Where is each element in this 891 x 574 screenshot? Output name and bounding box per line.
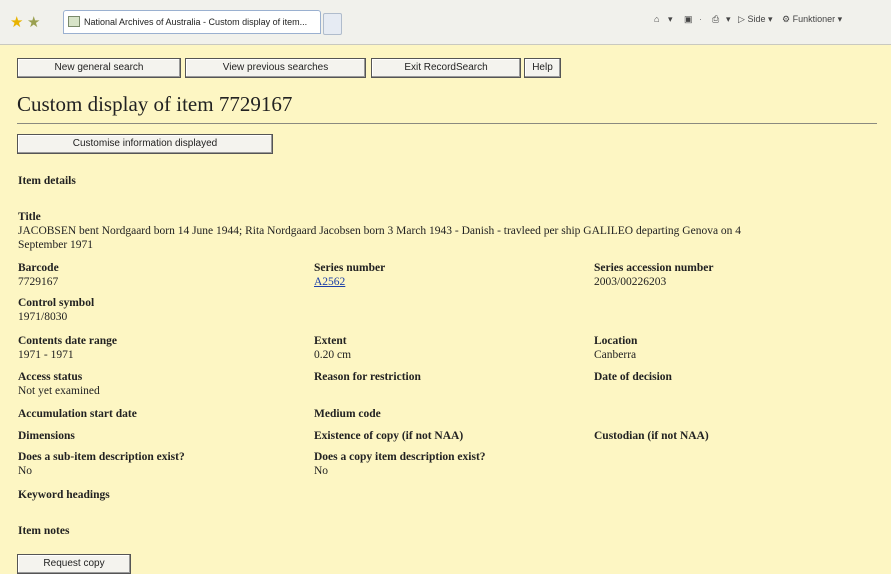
extent-value: 0.20 cm (314, 349, 352, 361)
medium-code-label: Medium code (314, 408, 381, 420)
feeds-separator: · (699, 14, 702, 24)
page-icon: ▷ (738, 14, 745, 24)
control-symbol-value: 1971/8030 (18, 311, 68, 323)
item-details-heading: Item details (18, 175, 76, 187)
existence-copy-label: Existence of copy (if not NAA) (314, 430, 464, 442)
page-title: Custom display of item 7729167 (17, 92, 293, 116)
barcode-label: Barcode (18, 262, 59, 274)
tools-menu-label: Funktioner (792, 14, 836, 24)
item-notes-heading: Item notes (18, 525, 70, 537)
tools-menu[interactable]: ⚙ Funktioner ▾ (782, 14, 842, 25)
sub-item-label: Does a sub-item description exist? (18, 451, 185, 463)
contents-date-value: 1971 - 1971 (18, 349, 74, 361)
location-value: Canberra (594, 349, 637, 361)
favorites-star-icon[interactable]: ★ (10, 13, 23, 31)
title-label: Title (18, 211, 41, 223)
location-label: Location (594, 335, 638, 347)
page-menu-label: Side (747, 14, 766, 24)
series-number-label: Series number (314, 262, 386, 274)
reason-restriction-label: Reason for restriction (314, 371, 421, 383)
extent-label: Extent (314, 335, 347, 347)
tab-favicon-icon (68, 16, 80, 27)
tab-title: National Archives of Australia - Custom … (84, 17, 308, 27)
custodian-label: Custodian (if not NAA) (594, 430, 709, 442)
control-symbol-label: Control symbol (18, 297, 95, 309)
help-button[interactable]: Help (524, 58, 561, 78)
title-value-line1: JACOBSEN bent Nordgaard born 14 June 194… (18, 225, 742, 237)
home-dropdown-icon[interactable]: ▾ (668, 14, 673, 25)
access-status-label: Access status (18, 371, 83, 383)
keyword-headings-label: Keyword headings (18, 489, 110, 501)
title-value-line2: September 1971 (18, 239, 94, 251)
access-status-value: Not yet examined (18, 385, 100, 397)
date-decision-label: Date of decision (594, 371, 672, 383)
title-divider (17, 123, 877, 124)
request-copy-button[interactable]: Request copy (17, 554, 131, 574)
series-number-link[interactable]: A2562 (314, 275, 345, 289)
view-previous-searches-button[interactable]: View previous searches (185, 58, 366, 78)
tools-icon: ⚙ (782, 14, 791, 24)
home-icon[interactable]: ⌂ (654, 14, 659, 24)
browser-tab[interactable]: National Archives of Australia - Custom … (63, 10, 321, 34)
accumulation-start-label: Accumulation start date (18, 408, 137, 420)
copy-item-value: No (314, 465, 329, 477)
series-accession-value: 2003/00226203 (594, 276, 667, 288)
copy-item-label: Does a copy item description exist? (314, 451, 486, 463)
dimensions-label: Dimensions (18, 430, 75, 442)
add-favorites-icon[interactable]: ★ (27, 13, 40, 31)
contents-date-label: Contents date range (18, 335, 118, 347)
print-dropdown-icon[interactable]: ▾ (726, 14, 731, 25)
barcode-value: 7729167 (18, 276, 59, 288)
exit-recordsearch-button[interactable]: Exit RecordSearch (371, 58, 521, 78)
series-accession-label: Series accession number (594, 262, 714, 274)
print-icon[interactable]: ⎙ (712, 14, 719, 25)
feeds-icon[interactable]: ▣ (684, 14, 693, 25)
browser-toolbar: ★ ★ National Archives of Australia - Cus… (0, 0, 891, 45)
page-menu[interactable]: ▷ Side ▾ (738, 14, 772, 25)
new-general-search-button[interactable]: New general search (17, 58, 181, 78)
customise-information-button[interactable]: Customise information displayed (17, 134, 273, 154)
new-tab-button[interactable] (323, 13, 342, 35)
sub-item-value: No (18, 465, 33, 477)
